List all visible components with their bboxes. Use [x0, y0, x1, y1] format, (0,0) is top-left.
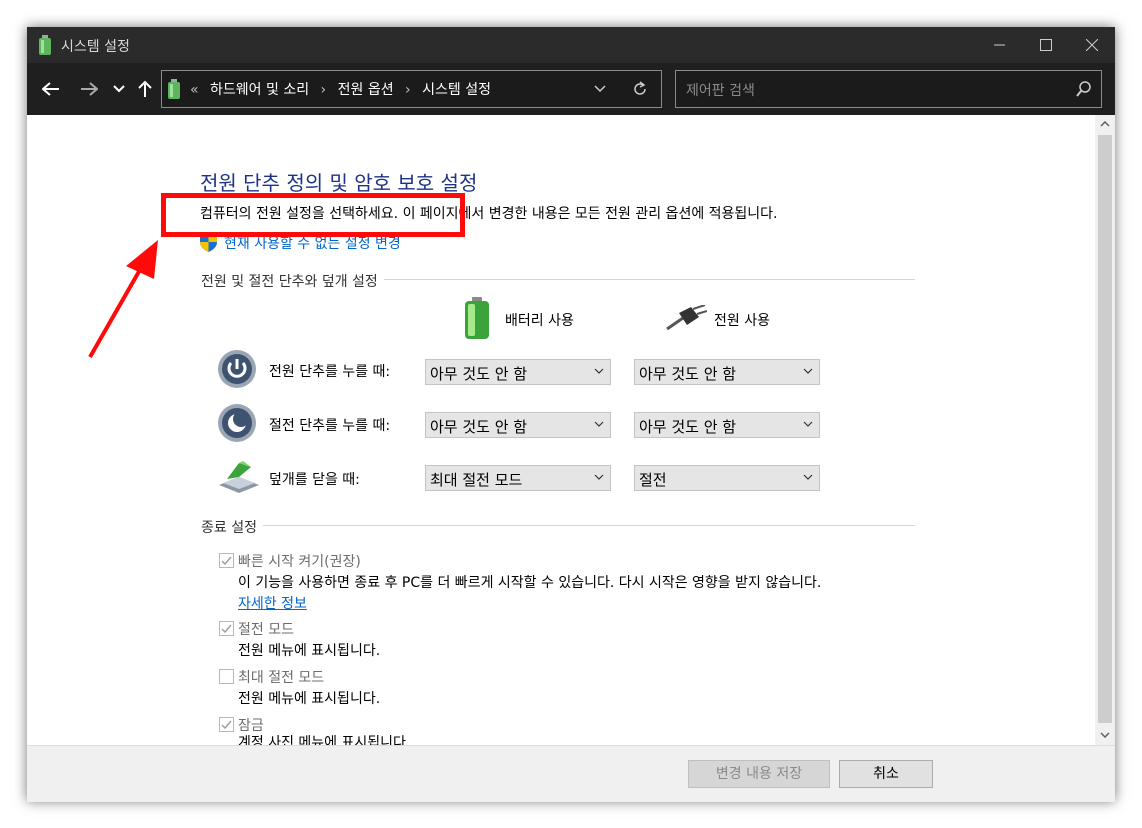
lock-label: 잠금	[238, 718, 264, 734]
page-title: 전원 단추 정의 및 암호 보호 설정	[200, 171, 478, 195]
cancel-button[interactable]: 취소	[839, 760, 933, 788]
more-info-link[interactable]: 자세한 정보	[238, 593, 307, 613]
fast-startup-label: 빠른 시작 켜기(권장)	[238, 554, 361, 570]
forward-arrow-icon	[81, 82, 98, 96]
selected-value: 아무 것도 안 함	[430, 365, 528, 383]
power-buttons-section-title: 전원 및 절전 단추와 덮개 설정	[201, 271, 384, 291]
maximize-button[interactable]	[1023, 27, 1069, 63]
battery-column-label: 배터리 사용	[505, 313, 574, 329]
selected-value: 절전	[639, 471, 667, 489]
fast-startup-description: 이 기능을 사용하면 종료 후 PC를 더 빠르게 시작할 수 있습니다. 다시…	[238, 575, 822, 591]
breadcrumb-power-options[interactable]: 전원 옵션	[338, 82, 394, 98]
scrollbar-thumb[interactable]	[1098, 135, 1112, 723]
chevron-down-icon	[803, 474, 813, 480]
refresh-icon[interactable]	[632, 81, 648, 97]
back-button[interactable]	[39, 77, 63, 101]
up-button[interactable]	[133, 77, 157, 101]
minimize-button[interactable]	[977, 27, 1023, 63]
power-button-icon	[218, 350, 256, 388]
close-button[interactable]	[1069, 27, 1115, 63]
lid-close-label: 덮개를 닫을 때:	[269, 472, 360, 488]
laptop-lid-icon	[219, 461, 259, 493]
checkmark-icon	[221, 556, 232, 566]
breadcrumb: « 하드웨어 및 소리 › 전원 옵션 › 시스템 설정	[190, 79, 491, 99]
chevron-down-icon	[803, 368, 813, 374]
chevron-down-icon	[594, 368, 604, 374]
sleep-description: 전원 메뉴에 표시됩니다.	[238, 643, 381, 659]
back-arrow-icon	[42, 82, 59, 96]
footer-bar: 변경 내용 저장 취소	[27, 745, 1115, 802]
battery-icon	[465, 297, 489, 339]
selected-value: 아무 것도 안 함	[430, 418, 528, 436]
hibernate-checkbox[interactable]	[219, 669, 234, 684]
lid-close-battery-select[interactable]: 최대 절전 모드	[425, 465, 611, 491]
annotation-arrow	[88, 240, 158, 358]
chevron-down-icon	[594, 474, 604, 480]
chevron-down-icon	[113, 85, 125, 93]
breadcrumb-separator: ›	[320, 82, 327, 98]
address-bar[interactable]: « 하드웨어 및 소리 › 전원 옵션 › 시스템 설정	[161, 70, 662, 108]
fast-startup-checkbox[interactable]	[219, 553, 234, 568]
selected-value: 아무 것도 안 함	[639, 418, 737, 436]
power-plug-icon	[666, 305, 707, 331]
sleep-button-plugged-select[interactable]: 아무 것도 안 함	[634, 412, 820, 438]
power-button-battery-select[interactable]: 아무 것도 안 함	[425, 359, 611, 385]
search-box[interactable]: 제어판 검색	[675, 70, 1102, 108]
checkmark-icon	[221, 720, 232, 730]
section-divider	[201, 525, 915, 526]
breadcrumb-overflow[interactable]: «	[190, 82, 206, 98]
vertical-scrollbar[interactable]	[1095, 115, 1115, 745]
scroll-up-icon[interactable]	[1100, 121, 1110, 127]
sleep-checkbox[interactable]	[219, 621, 234, 636]
checkmark-icon	[221, 624, 232, 634]
breadcrumb-system-settings[interactable]: 시스템 설정	[422, 82, 491, 98]
close-icon	[1086, 39, 1098, 51]
plugged-column-label: 전원 사용	[714, 313, 770, 329]
minimize-icon	[994, 44, 1005, 46]
save-changes-button[interactable]: 변경 내용 저장	[688, 760, 830, 788]
window-title: 시스템 설정	[61, 39, 130, 55]
search-icon[interactable]	[1076, 81, 1092, 97]
sleep-button-icon	[218, 404, 256, 442]
hibernate-label: 최대 절전 모드	[238, 670, 325, 686]
selected-value: 아무 것도 안 함	[639, 365, 737, 383]
recent-locations-button[interactable]	[107, 77, 131, 101]
selected-value: 최대 절전 모드	[430, 471, 523, 489]
window: 시스템 설정 « 하드웨어 및 소리 › 전원 옵션 › 시스템 설정 제어판 …	[27, 27, 1115, 802]
breadcrumb-hardware-sound[interactable]: 하드웨어 및 소리	[210, 82, 309, 98]
lock-checkbox[interactable]	[219, 717, 234, 732]
chevron-down-icon	[594, 421, 604, 427]
breadcrumb-separator: ›	[405, 82, 411, 98]
maximize-icon	[1040, 39, 1052, 51]
address-dropdown-icon[interactable]	[594, 85, 606, 93]
hibernate-description: 전원 메뉴에 표시됩니다.	[238, 691, 381, 707]
sleep-label: 절전 모드	[238, 622, 294, 638]
up-arrow-icon	[138, 80, 152, 97]
sleep-button-battery-select[interactable]: 아무 것도 안 함	[425, 412, 611, 438]
title-bar: 시스템 설정	[27, 27, 1115, 63]
forward-button[interactable]	[77, 77, 101, 101]
shutdown-section-title: 종료 설정	[201, 517, 263, 537]
scroll-down-icon[interactable]	[1100, 732, 1110, 738]
search-placeholder: 제어판 검색	[686, 83, 755, 99]
lid-close-plugged-select[interactable]: 절전	[634, 465, 820, 491]
power-button-plugged-select[interactable]: 아무 것도 안 함	[634, 359, 820, 385]
power-button-label: 전원 단추를 누를 때:	[269, 364, 391, 380]
navigation-bar: « 하드웨어 및 소리 › 전원 옵션 › 시스템 설정 제어판 검색	[27, 63, 1115, 115]
battery-location-icon	[168, 79, 180, 99]
chevron-down-icon	[803, 421, 813, 427]
sleep-button-label: 절전 단추를 누를 때:	[269, 418, 391, 434]
battery-app-icon	[39, 35, 51, 55]
annotation-highlight-box	[161, 193, 465, 237]
